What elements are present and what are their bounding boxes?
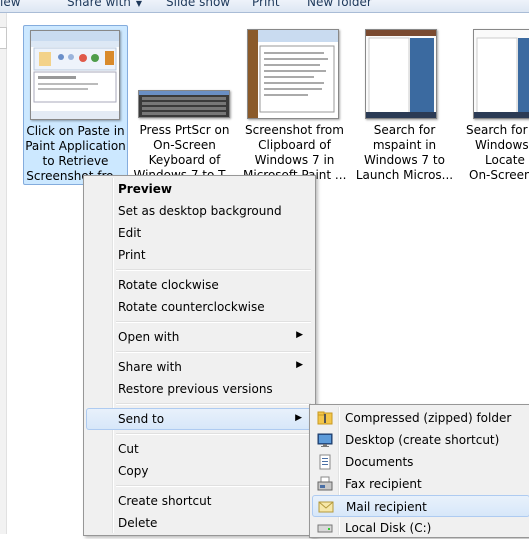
zip-folder-icon [317, 411, 333, 425]
sendto-mail-recipient[interactable]: Mail recipient [312, 495, 529, 517]
print-button[interactable]: Print [252, 0, 280, 9]
view-button[interactable]: iew [0, 0, 21, 9]
submenu-arrow-icon: ▶ [296, 360, 303, 370]
chevron-down-icon: ▼ [135, 0, 143, 8]
sendto-documents[interactable]: Documents [312, 451, 529, 473]
search-window-thumbnail [474, 30, 529, 118]
send-to-submenu: Compressed (zipped) folder Desktop (crea… [309, 404, 529, 538]
file-caption: Screenshot fromClipboard ofWindows 7 inM… [243, 123, 346, 182]
slide-show-button[interactable]: Slide show [166, 0, 230, 9]
file-thumbnail [365, 29, 437, 119]
menu-separator [116, 485, 311, 487]
menu-item-copy[interactable]: Copy [86, 460, 313, 482]
menu-separator [116, 351, 311, 353]
menu-item-rotate-counterclockwise[interactable]: Rotate counterclockwise [86, 296, 313, 318]
fax-icon [317, 476, 333, 491]
paint-screenshot-thumbnail [31, 31, 119, 119]
navigation-pane-edge [0, 13, 7, 534]
submenu-arrow-icon: ▶ [296, 330, 303, 340]
navigation-pane-handle[interactable] [0, 27, 7, 49]
menu-item-send-to[interactable]: Send to ▶ [86, 408, 313, 430]
menu-item-delete[interactable]: Delete [86, 512, 313, 534]
menu-item-set-as-desktop-background[interactable]: Set as desktop background [86, 200, 313, 222]
menu-item-preview[interactable]: Preview [86, 178, 313, 200]
sendto-fax[interactable]: Fax recipient [312, 473, 529, 495]
new-folder-button[interactable]: New folder [307, 0, 372, 9]
menu-separator [116, 433, 311, 435]
sendto-local-disk[interactable]: Local Disk (C:) [312, 517, 529, 539]
context-menu: Preview Set as desktop background Edit P… [83, 175, 316, 536]
file-thumbnail [473, 29, 529, 119]
file-caption: Search for o Windows 7 Locate On-Screen … [466, 123, 529, 182]
menu-item-edit[interactable]: Edit [86, 222, 313, 244]
documents-icon [319, 454, 331, 470]
paint-window-thumbnail [248, 30, 338, 118]
file-thumbnail [247, 29, 339, 119]
menu-item-create-shortcut[interactable]: Create shortcut [86, 490, 313, 512]
sendto-compressed-folder[interactable]: Compressed (zipped) folder [312, 407, 529, 429]
file-caption: Press PrtScr onOn-ScreenKeyboard ofWindo… [133, 123, 235, 182]
file-item[interactable]: Search for mspaint in Windows 7 to Launch M… [353, 25, 456, 183]
menu-item-print[interactable]: Print [86, 244, 313, 266]
submenu-arrow-icon: ▶ [295, 413, 302, 423]
menu-item-restore-previous-versions[interactable]: Restore previous versions [86, 378, 313, 400]
start-menu-thumbnail [366, 30, 436, 118]
file-item[interactable]: Press PrtScr onOn-ScreenKeyboard ofWindo… [133, 25, 236, 183]
file-item[interactable]: Search for o Windows 7 Locate On-Screen … [463, 25, 529, 183]
menu-item-open-with[interactable]: Open with ▶ [86, 326, 313, 348]
menu-separator [116, 403, 311, 405]
file-item[interactable]: Click on Paste in Paint Application to Ret… [23, 25, 128, 185]
desktop-icon [317, 433, 333, 447]
file-thumbnail [30, 30, 120, 120]
menu-item-rotate-clockwise[interactable]: Rotate clockwise [86, 274, 313, 296]
command-bar: iew Share with ▼ Slide show Print New fol… [0, 0, 529, 13]
share-with-button[interactable]: Share with ▼ [67, 0, 142, 9]
menu-separator [116, 269, 311, 271]
file-caption: Search for mspaint in Windows 7 to Launch M… [355, 123, 454, 182]
file-thumbnail [138, 90, 230, 118]
file-item[interactable]: Screenshot fromClipboard ofWindows 7 inM… [243, 25, 346, 183]
menu-item-share-with[interactable]: Share with ▶ [86, 356, 313, 378]
keyboard-thumbnail [139, 91, 229, 115]
menu-separator [116, 321, 311, 323]
menu-item-cut[interactable]: Cut [86, 438, 313, 460]
mail-icon [318, 501, 334, 513]
sendto-desktop[interactable]: Desktop (create shortcut) [312, 429, 529, 451]
